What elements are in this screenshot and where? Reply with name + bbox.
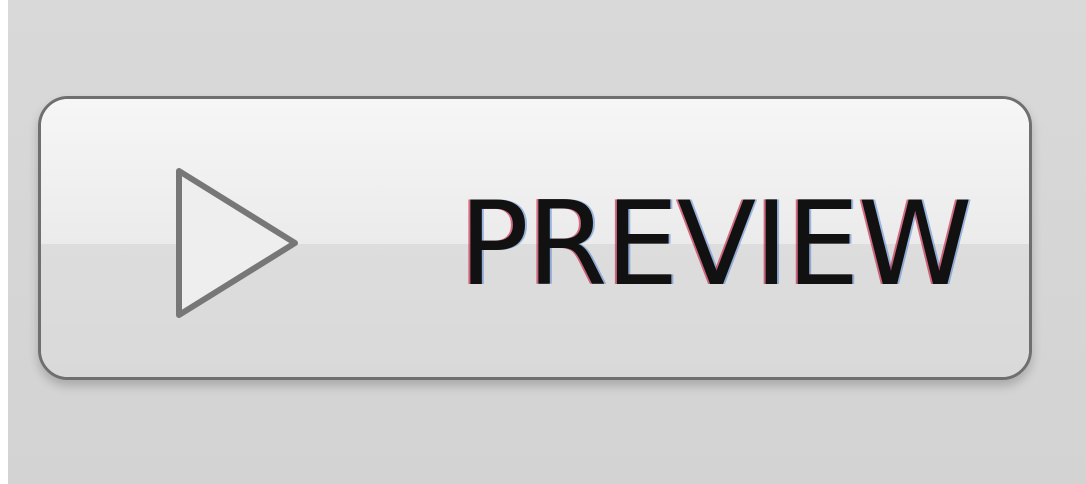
left-edge-strip [0, 0, 8, 484]
preview-label: PREVIEW [459, 177, 972, 312]
play-icon [176, 168, 298, 318]
preview-button[interactable]: PREVIEW [38, 96, 1032, 380]
canvas-background: PREVIEW [0, 0, 1086, 484]
